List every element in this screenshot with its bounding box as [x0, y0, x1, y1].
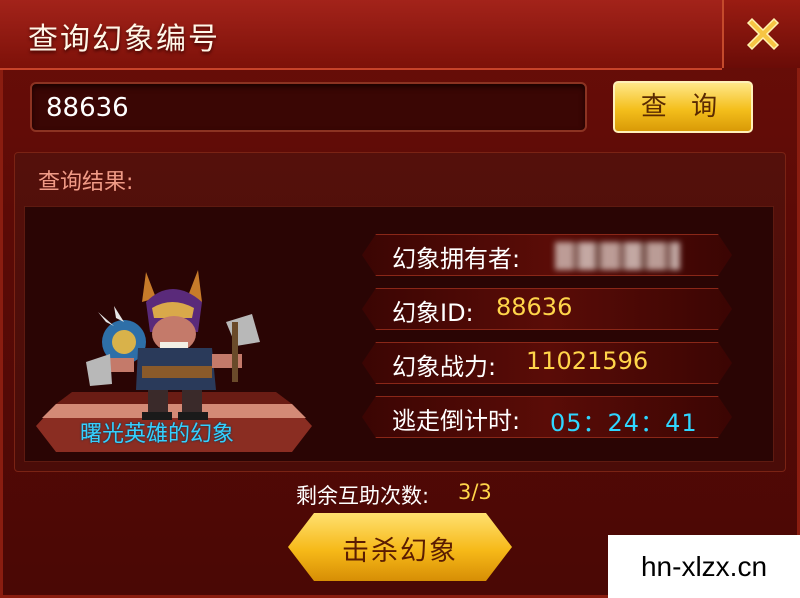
kill-phantom-label: 击杀幻象 — [342, 536, 458, 567]
kill-phantom-button[interactable]: 击杀幻象 — [288, 513, 512, 581]
hero-image — [86, 270, 260, 420]
query-button[interactable]: 查 询 — [613, 81, 753, 133]
owner-label: 幻象拥有者: — [392, 245, 521, 273]
owner-name-blurred — [555, 242, 680, 270]
remaining-label: 剩余互助次数: — [296, 484, 430, 508]
dialog-title: 查询幻象编号 — [28, 22, 220, 57]
remaining-value: 3/3 — [458, 480, 492, 504]
power-label: 幻象战力: — [392, 353, 497, 381]
close-icon — [746, 17, 780, 51]
hero-name: 曙光英雄的幻象 — [80, 422, 235, 447]
watermark: hn-xlzx.cn — [608, 535, 800, 598]
title-bar: 查询幻象编号 — [0, 0, 722, 70]
countdown-label: 逃走倒计时: — [392, 407, 521, 435]
result-label: 查询结果: — [38, 170, 134, 195]
id-value: 88636 — [496, 293, 573, 321]
id-row: 幻象ID: 88636 — [362, 288, 732, 330]
id-label: 幻象ID: — [392, 299, 474, 327]
power-row: 幻象战力: 11021596 — [362, 342, 732, 384]
power-value: 11021596 — [526, 347, 649, 375]
close-button[interactable] — [722, 0, 800, 68]
countdown-value: 05：24：41 — [550, 409, 698, 437]
id-search-input[interactable]: 88636 — [30, 82, 587, 132]
